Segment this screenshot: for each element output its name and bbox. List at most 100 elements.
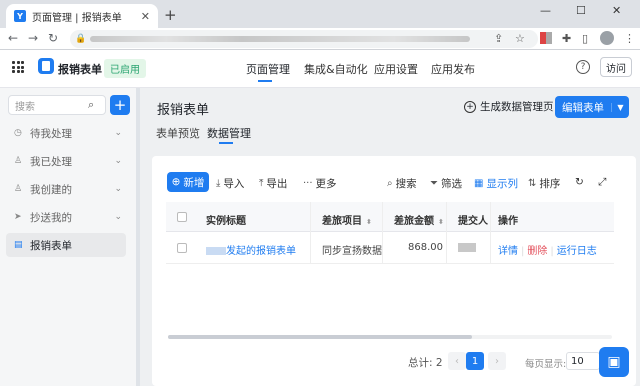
app-grid-icon[interactable] — [12, 61, 24, 73]
chat-icon: ▣ — [607, 354, 621, 370]
horizontal-scrollbar[interactable] — [168, 335, 472, 339]
sidebar-item-done[interactable]: ♙ 我已处理 ⌄ — [6, 149, 126, 173]
search-button[interactable]: ⌕ 搜索 — [387, 176, 417, 191]
page-title: 报销表单 — [157, 103, 210, 118]
column-divider — [310, 202, 311, 264]
chevron-down-icon[interactable]: ⌄ — [114, 156, 122, 166]
filter-button[interactable]: ⏷ 筛选 — [430, 176, 462, 191]
table-header: 实例标题 差旅项目 ⬍ 差旅金额 ⬍ 提交人 操作 — [166, 202, 614, 232]
column-header-label: 差旅项目 — [322, 216, 362, 227]
import-icon: ⤓ — [216, 178, 221, 189]
sort-button[interactable]: ⇅ 排序 — [528, 176, 560, 191]
forward-icon[interactable]: → — [28, 31, 38, 45]
redacted-name — [206, 247, 226, 255]
sidebar-item-reimbursement-form[interactable]: ▤ 报销表单 — [6, 233, 126, 257]
chevron-down-icon[interactable]: ⌄ — [114, 212, 122, 222]
tab-close-icon[interactable]: ✕ — [141, 10, 150, 23]
sidebar-item-cc[interactable]: ➤ 抄送我的 ⌄ — [6, 205, 126, 229]
page-size-select[interactable]: 10 — [566, 352, 600, 370]
column-header-title[interactable]: 实例标题 — [206, 212, 246, 227]
nav-integration[interactable]: 集成&自动化 — [304, 61, 368, 77]
row-project: 同步宣扬数据 — [322, 246, 382, 257]
row-actions: 详情 | 删除 | 运行日志 — [498, 246, 597, 257]
sort-icon[interactable]: ⬍ — [438, 218, 444, 226]
export-button[interactable]: ⤒ 导出 — [259, 176, 287, 191]
column-divider — [382, 202, 383, 264]
select-all-checkbox[interactable] — [177, 212, 187, 222]
browser-menu-icon[interactable]: ⋮ — [624, 32, 635, 45]
sort-icon[interactable]: ⬍ — [366, 218, 372, 226]
back-icon[interactable]: ← — [8, 31, 18, 45]
new-tab-button[interactable]: + — [164, 6, 177, 24]
sort-label: 排序 — [539, 178, 561, 190]
send-icon: ➤ — [14, 212, 22, 222]
row-checkbox[interactable] — [177, 243, 187, 253]
tab-form-preview[interactable]: 表单预览 — [156, 125, 200, 141]
bookmark-star-icon[interactable]: ☆ — [515, 32, 525, 45]
sidebar-item-todo[interactable]: ◷ 待我处理 ⌄ — [6, 121, 126, 145]
page-size-label: 每页显示: — [525, 359, 567, 370]
sidepanel-icon[interactable]: ▯ — [582, 32, 588, 45]
more-button[interactable]: ··· 更多 — [303, 176, 337, 191]
help-icon[interactable]: ? — [576, 60, 590, 74]
filter-icon: ⏷ — [430, 178, 438, 189]
close-window-button[interactable]: ✕ — [612, 4, 621, 17]
app-name: 报销表单 — [58, 63, 102, 76]
reload-icon[interactable]: ↻ — [48, 31, 58, 45]
tab-data-management[interactable]: 数据管理 — [207, 125, 251, 141]
user-check-icon: ♙ — [14, 156, 23, 166]
sidebar-item-label: 抄送我的 — [30, 211, 72, 224]
puzzle-icon[interactable]: ✚ — [562, 32, 571, 45]
maximize-button[interactable]: ☐ — [576, 4, 586, 17]
extension-icon[interactable] — [540, 32, 552, 44]
share-icon[interactable]: ⇪ — [494, 32, 503, 45]
detail-link[interactable]: 详情 — [498, 246, 518, 257]
run-log-link[interactable]: 运行日志 — [557, 246, 597, 257]
column-header-submitter[interactable]: 提交人 — [458, 212, 488, 227]
browser-tab[interactable]: Y 页面管理 | 报销表单 ✕ — [6, 4, 158, 28]
search-icon[interactable]: ⌕ — [88, 98, 94, 112]
status-badge: 已启用 — [104, 59, 146, 78]
next-page-button[interactable]: › — [488, 352, 506, 370]
nav-page-management[interactable]: 页面管理 — [246, 61, 290, 77]
clock-icon: ◷ — [14, 128, 22, 138]
edit-form-label: 编辑表单 — [562, 101, 604, 114]
minimize-button[interactable]: — — [540, 4, 551, 17]
columns-icon: ▦ — [474, 178, 484, 189]
columns-button[interactable]: ▦ 显示列 — [474, 176, 518, 191]
tab-active-indicator — [219, 142, 233, 144]
sidebar-item-label: 我已处理 — [30, 155, 72, 168]
refresh-icon[interactable]: ↻ — [575, 176, 584, 188]
lock-icon[interactable]: 🔒 — [75, 34, 86, 44]
nav-app-settings[interactable]: 应用设置 — [374, 61, 418, 77]
generate-data-page-button[interactable]: + 生成数据管理页 — [464, 99, 554, 114]
chevron-down-icon[interactable]: ▼ — [611, 102, 629, 112]
edit-form-button[interactable]: 编辑表单 ▼ — [555, 96, 629, 118]
add-page-button[interactable]: + — [110, 95, 130, 115]
chevron-down-icon[interactable]: ⌄ — [114, 184, 122, 194]
plus-circle-icon: ⊕ — [171, 176, 181, 188]
prev-page-button[interactable]: ‹ — [448, 352, 466, 370]
nav-app-publish[interactable]: 应用发布 — [431, 61, 475, 77]
filter-label: 筛选 — [441, 178, 462, 190]
import-label: 导入 — [223, 178, 245, 190]
new-record-button[interactable]: ⊕ 新增 — [167, 172, 209, 192]
page-number-button[interactable]: 1 — [466, 352, 484, 370]
table-row[interactable]: 发起的报销表单 同步宣扬数据 868.00 详情 | 删除 | 运行日志 — [166, 232, 614, 264]
column-header-amount[interactable]: 差旅金额 ⬍ — [394, 212, 444, 227]
column-header-project[interactable]: 差旅项目 ⬍ — [322, 212, 372, 227]
more-icon: ··· — [303, 178, 313, 189]
chat-support-button[interactable]: ▣ — [599, 347, 629, 377]
user-icon: ♙ — [14, 184, 23, 194]
profile-avatar[interactable] — [600, 31, 614, 45]
sidebar-item-label: 待我处理 — [30, 127, 72, 140]
import-button[interactable]: ⤓ 导入 — [216, 176, 244, 191]
export-label: 导出 — [266, 178, 288, 190]
row-title-link[interactable]: 发起的报销表单 — [206, 242, 296, 257]
delete-link[interactable]: 删除 — [527, 246, 547, 257]
chevron-down-icon[interactable]: ⌄ — [114, 128, 122, 138]
fullscreen-icon[interactable]: ⤢ — [598, 176, 606, 189]
visit-button[interactable]: 访问 — [600, 57, 632, 77]
sidebar-item-created[interactable]: ♙ 我创建的 ⌄ — [6, 177, 126, 201]
column-header-actions: 操作 — [498, 216, 518, 227]
